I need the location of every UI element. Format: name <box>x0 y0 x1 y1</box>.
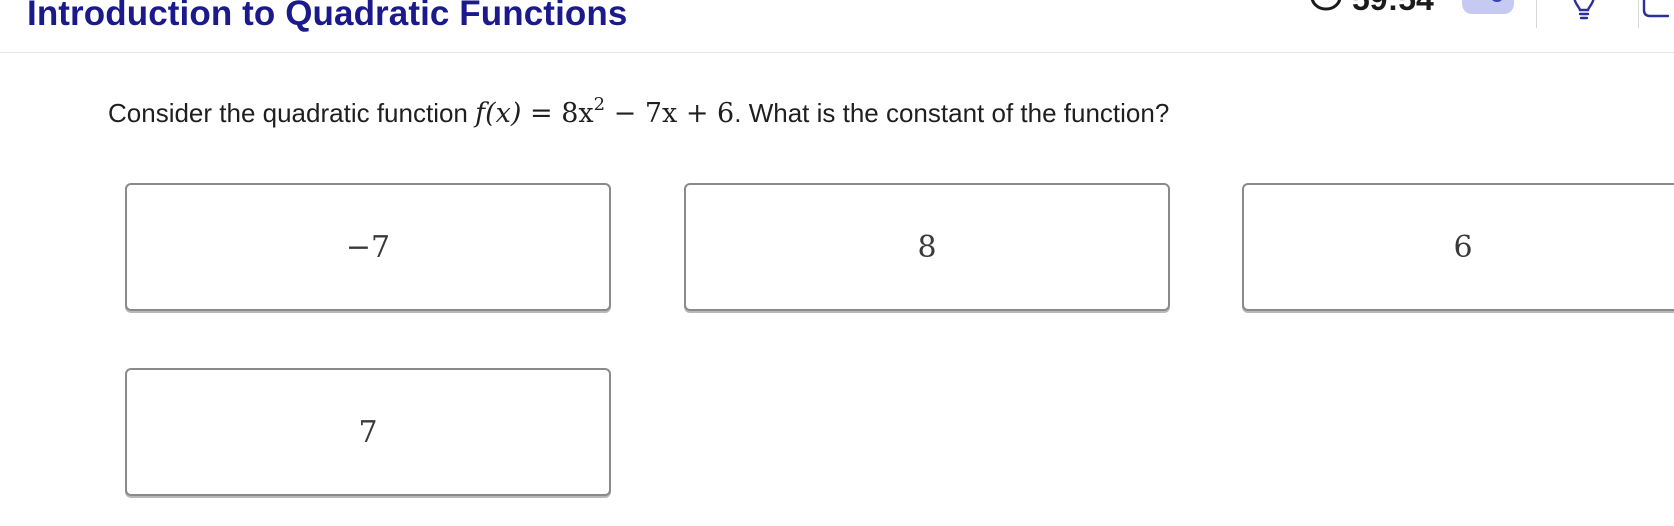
toggle-knob <box>1490 0 1504 2</box>
question-suffix: . What is the constant of the function? <box>734 98 1170 128</box>
hint-button[interactable] <box>1568 0 1600 24</box>
notes-button[interactable] <box>1640 0 1670 22</box>
math-exponent: 2 <box>593 94 606 115</box>
answer-choice[interactable]: −7 <box>125 183 611 311</box>
header-divider <box>1638 0 1639 28</box>
math-rest: − 7x + 6 <box>605 98 735 129</box>
answer-choice[interactable]: 8 <box>684 183 1170 311</box>
answer-choice[interactable]: 6 <box>1242 183 1674 311</box>
math-eq: = 8x <box>521 98 594 129</box>
header-divider <box>1536 0 1537 28</box>
page-title: Introduction to Quadratic Functions <box>27 0 628 33</box>
answer-choice-label: 6 <box>1453 229 1473 265</box>
math-fx: f(x) <box>475 98 522 129</box>
header-bar: Introduction to Quadratic Functions 59:5… <box>0 0 1674 53</box>
answer-choice-label: −7 <box>345 229 391 265</box>
answer-choice-label: 8 <box>917 229 937 265</box>
toggle-switch[interactable] <box>1462 0 1514 14</box>
function-expression: f(x) = 8x2 − 7x + 6 <box>475 96 735 130</box>
question-prefix: Consider the quadratic function <box>108 98 476 128</box>
lightbulb-icon <box>1568 0 1600 24</box>
timer: 59:54 <box>1310 0 1434 15</box>
answer-choice[interactable]: 7 <box>125 368 611 496</box>
page: Introduction to Quadratic Functions 59:5… <box>0 0 1674 526</box>
clock-icon <box>1310 0 1342 12</box>
notes-icon <box>1640 0 1670 22</box>
question-text: Consider the quadratic function f(x) = 8… <box>108 96 1170 130</box>
timer-text: 59:54 <box>1352 0 1434 15</box>
answer-choice-label: 7 <box>358 414 378 450</box>
